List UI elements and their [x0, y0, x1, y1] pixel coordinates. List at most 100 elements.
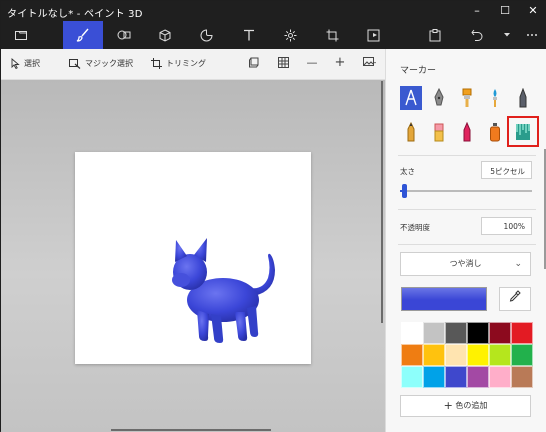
- stickers-tab[interactable]: [186, 21, 226, 49]
- paste-icon: [429, 28, 441, 41]
- 2d-shapes-tab[interactable]: [104, 21, 144, 49]
- panel-title: マーカー: [400, 66, 437, 76]
- crayon-icon: [463, 122, 471, 142]
- image-icon: [363, 57, 376, 66]
- eraser-button[interactable]: [428, 120, 450, 144]
- color-palette: [401, 322, 533, 388]
- opacity-label: 不透明度: [400, 223, 430, 232]
- marker-brush-button[interactable]: [400, 86, 422, 110]
- cursor-icon: [11, 58, 20, 69]
- effects-tab[interactable]: [270, 21, 310, 49]
- brush-icon: [76, 28, 89, 42]
- finish-value: つや消し: [449, 259, 482, 268]
- cat-3d-model[interactable]: [75, 152, 311, 364]
- 3d-library-tab[interactable]: [353, 21, 393, 49]
- color-swatch[interactable]: [511, 366, 533, 388]
- pixel-pen-button[interactable]: [512, 86, 534, 110]
- divider: [398, 209, 536, 210]
- 2d-shapes-icon: [117, 30, 131, 40]
- pencil-button[interactable]: [400, 120, 422, 144]
- watercolor-icon: [493, 89, 497, 107]
- crop-icon: [151, 58, 162, 69]
- color-swatch[interactable]: [445, 322, 467, 344]
- drawing-canvas[interactable]: [75, 152, 311, 364]
- color-swatch[interactable]: [423, 344, 445, 366]
- color-swatch[interactable]: [467, 344, 489, 366]
- zoom-out-button[interactable]: —: [306, 57, 318, 69]
- more-button[interactable]: [517, 21, 546, 49]
- effects-icon: [284, 29, 296, 41]
- crayon-button[interactable]: [456, 120, 478, 144]
- 3d-shapes-tab[interactable]: [145, 21, 185, 49]
- calligraphy-pen-icon: [434, 88, 444, 106]
- chevron-down-icon: [504, 33, 510, 37]
- zoom-in-button[interactable]: +: [334, 56, 346, 69]
- magic-select-label: マジック選択: [85, 59, 133, 68]
- minimize-button[interactable]: –: [463, 1, 491, 21]
- color-swatch[interactable]: [467, 322, 489, 344]
- spray-can-icon: [490, 123, 500, 142]
- pixel-pen-icon: [519, 88, 527, 108]
- text-tab[interactable]: [229, 21, 269, 49]
- current-color-swatch[interactable]: [401, 287, 487, 311]
- grid-button[interactable]: [277, 57, 289, 69]
- paint-3d-window: タイトルなし* - ペイント 3D – ☐ ✕ 選択 マジック選択 トリミング …: [0, 0, 546, 432]
- color-swatch[interactable]: [423, 322, 445, 344]
- color-swatch[interactable]: [489, 322, 511, 344]
- title-bar: タイトルなし* - ペイント 3D – ☐ ✕: [1, 1, 546, 21]
- 3d-view-button[interactable]: [248, 57, 260, 69]
- color-swatch[interactable]: [401, 366, 423, 388]
- more-icon: [527, 34, 537, 36]
- close-button[interactable]: ✕: [519, 1, 546, 21]
- brushes-panel: マーカー 太さ 5ピクセル 不透明度 100% つや消し ⌄ + 色の追加: [385, 49, 546, 432]
- oil-brush-icon: [462, 88, 472, 107]
- fill-brush-highlight: [507, 116, 539, 147]
- menu-button[interactable]: [1, 21, 41, 49]
- watercolor-button[interactable]: [484, 86, 506, 110]
- canvas-tab[interactable]: [312, 21, 352, 49]
- thickness-value[interactable]: 5ピクセル: [481, 161, 532, 179]
- color-swatch[interactable]: [489, 344, 511, 366]
- color-swatch[interactable]: [423, 366, 445, 388]
- magic-select-button[interactable]: マジック選択: [69, 58, 133, 69]
- crop-button[interactable]: トリミング: [151, 58, 206, 69]
- color-swatch[interactable]: [401, 344, 423, 366]
- text-icon: [244, 29, 254, 41]
- history-button[interactable]: [497, 21, 517, 49]
- thickness-slider-track[interactable]: [400, 190, 532, 192]
- workspace[interactable]: [1, 80, 385, 432]
- color-swatch[interactable]: [467, 366, 489, 388]
- undo-icon: [471, 29, 483, 41]
- undo-button[interactable]: [457, 21, 497, 49]
- calligraphy-pen-button[interactable]: [428, 86, 450, 110]
- oil-brush-button[interactable]: [456, 86, 478, 110]
- color-swatch[interactable]: [445, 344, 467, 366]
- thickness-slider-thumb[interactable]: [402, 184, 407, 198]
- finish-dropdown[interactable]: つや消し ⌄: [400, 252, 531, 276]
- selection-toolbar: 選択 マジック選択 トリミング — +: [1, 49, 385, 80]
- pencil-icon: [407, 122, 415, 142]
- divider: [398, 155, 536, 156]
- select-button[interactable]: 選択: [11, 58, 40, 69]
- select-label: 選択: [24, 59, 40, 68]
- folder-icon: [15, 31, 27, 40]
- color-swatch[interactable]: [401, 322, 423, 344]
- eyedropper-button[interactable]: [499, 287, 531, 311]
- thickness-label: 太さ: [400, 167, 415, 176]
- color-swatch[interactable]: [489, 366, 511, 388]
- image-view-button[interactable]: [363, 57, 376, 69]
- canvas-icon: [326, 29, 338, 41]
- 3d-library-icon: [367, 29, 379, 41]
- color-swatch[interactable]: [511, 344, 533, 366]
- opacity-value[interactable]: 100%: [481, 217, 532, 235]
- plus-icon: +: [443, 399, 453, 412]
- vertical-scrollbar[interactable]: [381, 81, 383, 323]
- spray-can-button[interactable]: [484, 120, 506, 144]
- add-color-button[interactable]: + 色の追加: [400, 395, 531, 417]
- color-swatch[interactable]: [511, 322, 533, 344]
- brushes-tab[interactable]: [63, 21, 103, 49]
- color-swatch[interactable]: [445, 366, 467, 388]
- maximize-button[interactable]: ☐: [491, 1, 519, 21]
- paste-button[interactable]: [415, 21, 455, 49]
- window-title: タイトルなし* - ペイント 3D: [7, 9, 143, 20]
